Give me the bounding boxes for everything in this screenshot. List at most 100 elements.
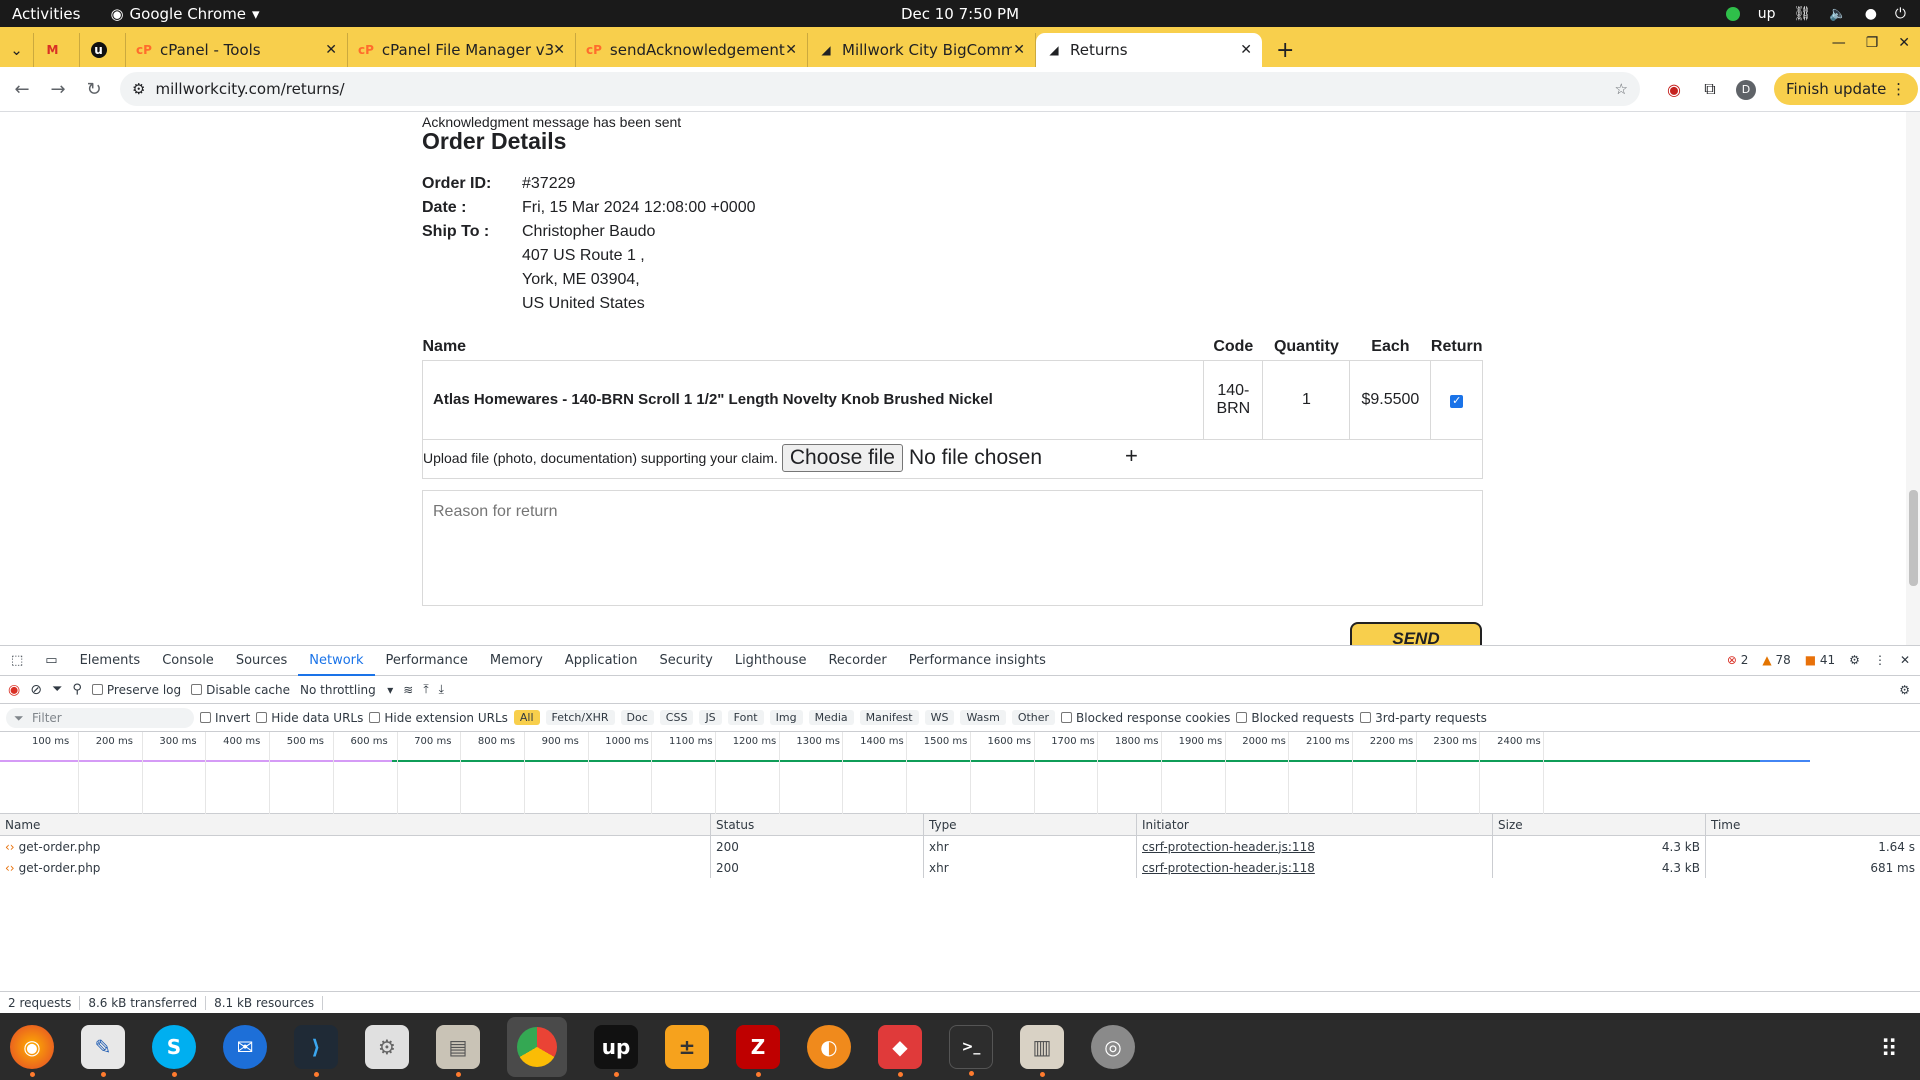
filezilla-icon[interactable]: Z bbox=[736, 1024, 780, 1077]
choose-file-button[interactable]: Choose file bbox=[781, 443, 903, 472]
type-fetch-xhr[interactable]: Fetch/XHR bbox=[545, 710, 615, 725]
warning-count[interactable]: ▲ 78 bbox=[1762, 653, 1790, 667]
volume-icon[interactable]: 🔈 bbox=[1829, 6, 1846, 22]
tab-network[interactable]: Network bbox=[298, 646, 375, 676]
settings-icon[interactable]: ⚙ bbox=[365, 1024, 409, 1069]
blocked-cookies-checkbox[interactable] bbox=[1061, 711, 1073, 723]
close-icon[interactable]: ✕ bbox=[1240, 42, 1252, 58]
third-party-option[interactable]: 3rd-party requests bbox=[1360, 711, 1487, 725]
app-menu[interactable]: ◉ Google Chrome ▾ bbox=[110, 5, 259, 23]
blocked-requests-checkbox[interactable] bbox=[1236, 711, 1248, 723]
site-info-icon[interactable]: ⚙ bbox=[132, 80, 145, 98]
close-devtools-icon[interactable]: ✕ bbox=[1900, 653, 1910, 667]
tab-lighthouse[interactable]: Lighthouse bbox=[724, 646, 818, 676]
back-arrow-icon[interactable]: ← bbox=[4, 79, 40, 100]
close-icon[interactable]: ✕ bbox=[785, 42, 797, 58]
network-settings-icon[interactable]: ⚙ bbox=[1899, 683, 1910, 697]
record-icon[interactable]: ◉ bbox=[8, 682, 20, 698]
type-css[interactable]: CSS bbox=[659, 710, 694, 725]
text-editor-icon[interactable]: ✎ bbox=[81, 1024, 125, 1077]
skype-icon[interactable]: S bbox=[152, 1024, 196, 1077]
page-scrollbar[interactable] bbox=[1906, 112, 1920, 645]
tab-application[interactable]: Application bbox=[554, 646, 649, 676]
type-ws[interactable]: WS bbox=[924, 710, 955, 725]
maximize-icon[interactable]: ❐ bbox=[1866, 35, 1879, 51]
search-icon[interactable]: ⚲ bbox=[72, 682, 82, 697]
settings-gear-icon[interactable]: ⚙ bbox=[1849, 653, 1860, 667]
hide-data-urls-checkbox[interactable] bbox=[256, 711, 268, 723]
type-js[interactable]: JS bbox=[699, 710, 722, 725]
invert-option[interactable]: Invert bbox=[200, 711, 250, 725]
tab-console[interactable]: Console bbox=[151, 646, 225, 676]
col-type[interactable]: Type bbox=[924, 814, 1137, 835]
download-icon[interactable]: ⤓ bbox=[439, 682, 444, 697]
tab-security[interactable]: Security bbox=[648, 646, 723, 676]
type-wasm[interactable]: Wasm bbox=[960, 710, 1006, 725]
tab-cpanel-tools[interactable]: cP cPanel - Tools ✕ bbox=[126, 33, 348, 67]
activities-button[interactable]: Activities bbox=[12, 5, 80, 23]
return-checkbox[interactable]: ✓ bbox=[1450, 394, 1464, 408]
more-vertical-icon[interactable]: ⋮ bbox=[1874, 653, 1886, 667]
table-row[interactable]: ‹› get-order.php 200 xhr csrf-protection-… bbox=[0, 836, 1920, 857]
network-conditions-icon[interactable]: ≋ bbox=[403, 683, 413, 697]
mic-icon[interactable]: ● bbox=[1865, 6, 1877, 22]
calculator-icon[interactable]: ± bbox=[665, 1024, 709, 1069]
extension-color-icon[interactable]: ◉ bbox=[1656, 80, 1692, 99]
chrome-icon[interactable] bbox=[507, 1016, 567, 1080]
tab-performance-insights[interactable]: Performance insights bbox=[898, 646, 1057, 676]
bookmark-star-icon[interactable]: ☆ bbox=[1615, 80, 1628, 98]
col-size[interactable]: Size bbox=[1493, 814, 1706, 835]
vscode-icon[interactable]: ⟩ bbox=[294, 1024, 338, 1077]
hide-ext-urls-checkbox[interactable] bbox=[369, 711, 381, 723]
upload-icon[interactable]: ⤒ bbox=[423, 682, 428, 697]
extensions-puzzle-icon[interactable]: ⧉ bbox=[1692, 79, 1728, 99]
upwork-icon[interactable]: up bbox=[594, 1024, 638, 1077]
profile-avatar[interactable]: D bbox=[1728, 78, 1764, 100]
address-bar[interactable]: ⚙ millworkcity.com/returns/ ☆ bbox=[120, 72, 1640, 106]
upwork-tray-icon[interactable]: up bbox=[1758, 6, 1776, 22]
col-time[interactable]: Time bbox=[1706, 814, 1920, 835]
reason-textarea[interactable]: Reason for return bbox=[422, 490, 1483, 606]
type-other[interactable]: Other bbox=[1011, 710, 1056, 725]
network-overview[interactable]: 100 ms 200 ms 300 ms 400 ms 500 ms 600 ms 700 … bbox=[0, 732, 1920, 814]
tab-recorder[interactable]: Recorder bbox=[817, 646, 897, 676]
col-initiator[interactable]: Initiator bbox=[1137, 814, 1493, 835]
clear-icon[interactable]: ⊘ bbox=[30, 682, 42, 698]
tab-send-ack[interactable]: cP sendAcknowledgement. ✕ bbox=[576, 33, 808, 67]
disk-icon[interactable]: ◎ bbox=[1091, 1024, 1135, 1069]
reload-icon[interactable]: ↻ bbox=[76, 79, 112, 100]
preserve-log-option[interactable]: Preserve log bbox=[91, 683, 181, 697]
files-icon[interactable]: ▤ bbox=[436, 1024, 480, 1077]
tab-elements[interactable]: Elements bbox=[69, 646, 152, 676]
close-window-icon[interactable]: ✕ bbox=[1898, 35, 1910, 51]
third-party-checkbox[interactable] bbox=[1360, 711, 1372, 723]
error-count[interactable]: ⊗ 2 bbox=[1727, 653, 1749, 667]
table-row[interactable]: ‹› get-order.php 200 xhr csrf-protection-… bbox=[0, 857, 1920, 878]
disable-cache-option[interactable]: Disable cache bbox=[191, 683, 290, 697]
hide-data-urls-option[interactable]: Hide data URLs bbox=[256, 711, 363, 725]
power-icon[interactable]: ⏻ bbox=[1895, 6, 1906, 22]
anydesk-icon[interactable]: ◆ bbox=[878, 1024, 922, 1077]
hide-ext-urls-option[interactable]: Hide extension URLs bbox=[369, 711, 508, 725]
device-toggle-icon[interactable]: ▭ bbox=[34, 646, 68, 676]
blender-icon[interactable]: ◐ bbox=[807, 1024, 851, 1069]
disable-cache-checkbox[interactable] bbox=[191, 683, 203, 695]
initiator-link[interactable]: csrf-protection-header.js:118 bbox=[1142, 840, 1315, 854]
show-apps-grid-icon[interactable]: ⠿ bbox=[1880, 1035, 1898, 1063]
invert-checkbox[interactable] bbox=[200, 711, 211, 723]
network-icon[interactable]: ⛓ bbox=[1793, 6, 1811, 22]
clock[interactable]: Dec 10 7:50 PM bbox=[901, 5, 1019, 23]
new-tab-button[interactable]: + bbox=[1262, 33, 1308, 67]
col-status[interactable]: Status bbox=[711, 814, 924, 835]
issue-count[interactable]: ■ 41 bbox=[1805, 653, 1835, 667]
filter-funnel-icon[interactable]: ⏷ bbox=[52, 682, 62, 697]
type-manifest[interactable]: Manifest bbox=[859, 710, 919, 725]
scrollbar-thumb[interactable] bbox=[1909, 490, 1918, 586]
inspect-icon[interactable]: ⬚ bbox=[0, 646, 34, 676]
tab-memory[interactable]: Memory bbox=[479, 646, 554, 676]
forward-arrow-icon[interactable]: → bbox=[40, 79, 76, 100]
finish-update-button[interactable]: Finish update ⋮ bbox=[1774, 73, 1919, 105]
tab-performance[interactable]: Performance bbox=[375, 646, 479, 676]
thunderbird-icon[interactable]: ✉ bbox=[223, 1024, 267, 1069]
close-icon[interactable]: ✕ bbox=[1013, 42, 1025, 58]
